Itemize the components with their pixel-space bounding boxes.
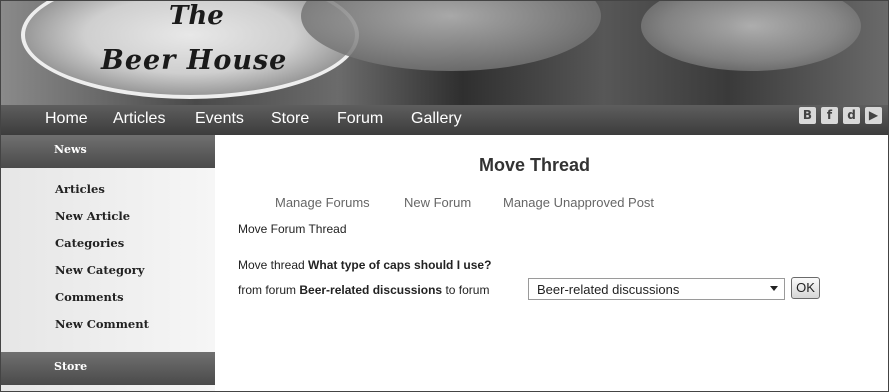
sidebar-item-categories[interactable]: Categories — [55, 236, 124, 250]
sidebar-heading-label: News — [54, 143, 87, 156]
sidebar-item-new-article[interactable]: New Article — [55, 209, 130, 223]
sidebar: News Articles New Article Categories New… — [1, 135, 215, 391]
sidebar-item-new-category[interactable]: New Category — [55, 263, 144, 277]
delicious-icon[interactable]: d — [843, 107, 860, 124]
sidebar-heading-label: Store — [54, 360, 88, 373]
move-thread-line: Move thread What type of caps should I u… — [238, 258, 491, 272]
dropdown-arrow-icon[interactable] — [770, 286, 778, 291]
beer-glass-image — [641, 1, 861, 71]
nav-item-articles[interactable]: Articles — [113, 110, 165, 128]
logo-text-the: The — [169, 1, 224, 31]
from-forum-line: from forum Beer-related discussions to f… — [238, 283, 489, 297]
ok-button[interactable]: OK — [791, 277, 820, 299]
nav-item-home[interactable]: Home — [45, 110, 88, 128]
sidebar-item-comments[interactable]: Comments — [55, 290, 124, 304]
blog-icon[interactable]: B — [799, 107, 816, 124]
nav-item-store[interactable]: Store — [271, 110, 309, 128]
main-nav-bar: Home Articles Events Store Forum Gallery — [1, 105, 888, 135]
page-frame: The Beer House Home Articles Events Stor… — [0, 0, 889, 392]
from-forum-label: from forum — [238, 283, 297, 297]
nav-item-events[interactable]: Events — [195, 110, 244, 128]
sidebar-item-articles[interactable]: Articles — [55, 182, 105, 196]
sidebar-item-new-comment[interactable]: New Comment — [55, 317, 149, 331]
move-thread-label: Move thread — [238, 258, 305, 272]
header-banner: The Beer House — [1, 1, 888, 105]
thread-name: What type of caps should I use? — [308, 258, 492, 272]
to-forum-select[interactable]: Beer-related discussions — [528, 278, 785, 300]
to-forum-selected-value: Beer-related discussions — [537, 282, 680, 297]
link-new-forum[interactable]: New Forum — [404, 195, 471, 210]
nav-item-gallery[interactable]: Gallery — [411, 110, 462, 128]
sidebar-heading-store: Store — [1, 352, 215, 385]
section-subtitle: Move Forum Thread — [238, 222, 347, 236]
facebook-icon[interactable]: f — [821, 107, 838, 124]
logo-text-beer-house[interactable]: Beer House — [101, 45, 287, 76]
to-forum-label: to forum — [445, 283, 490, 297]
link-manage-unapproved-post[interactable]: Manage Unapproved Post — [503, 195, 654, 210]
beer-glass-image — [301, 1, 601, 71]
nav-item-forum[interactable]: Forum — [337, 110, 383, 128]
from-forum-name: Beer-related discussions — [299, 283, 443, 297]
youtube-icon[interactable]: ▶ — [865, 107, 882, 124]
page-title: Move Thread — [479, 155, 591, 175]
link-manage-forums[interactable]: Manage Forums — [275, 195, 370, 210]
sidebar-heading-news: News — [1, 135, 215, 168]
